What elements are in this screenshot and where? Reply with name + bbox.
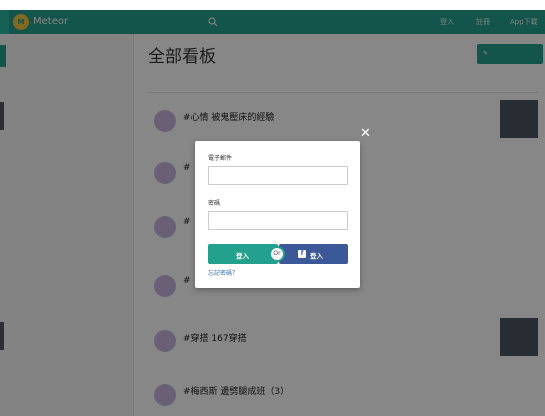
facebook-icon: f [298, 250, 306, 258]
password-field[interactable] [208, 211, 348, 230]
email-label: 電子郵件 [208, 155, 233, 162]
email-field[interactable] [208, 166, 348, 185]
forgot-password-link[interactable]: 忘記密碼？ [208, 268, 238, 277]
password-label: 密碼 [208, 200, 221, 207]
or-divider: Or [269, 246, 285, 262]
login-modal: 電子郵件 密碼 登入 f 登入 Or 忘記密碼？ [195, 141, 360, 288]
facebook-login-button[interactable]: f 登入 [279, 244, 348, 264]
close-icon[interactable]: ✕ [360, 126, 371, 141]
login-button[interactable]: 登入 [208, 244, 278, 264]
